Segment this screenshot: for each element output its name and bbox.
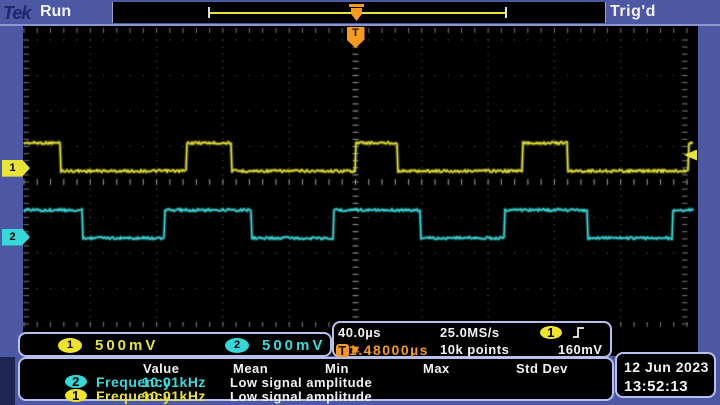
- col-header-stddev: Std Dev: [516, 361, 568, 376]
- trigger-position-readout: T→▼1.48000µs: [336, 342, 429, 358]
- measurement-table: Value Mean Min Max Std Dev 2 Frequency 1…: [18, 357, 614, 401]
- channel2-badge: 2: [225, 338, 249, 353]
- channel1-marker-label: 1: [9, 160, 15, 177]
- channel1-scale: 500mV: [95, 337, 158, 354]
- trigger-t-icon: T: [336, 344, 349, 357]
- measurement-status: Low signal amplitude: [230, 375, 372, 390]
- trigger-marker-letter: T: [352, 27, 359, 39]
- measurement-row-channel-badge: 1: [65, 389, 87, 402]
- col-header-mean: Mean: [233, 361, 268, 376]
- record-trigger-marker-icon: [349, 3, 364, 21]
- sample-rate: 25.0MS/s: [440, 325, 500, 340]
- time-per-div: 40.0µs: [338, 325, 381, 340]
- rising-edge-slope-icon: [572, 326, 585, 340]
- channel1-badge: 1: [58, 338, 82, 353]
- datetime-box: 12 Jun 2023 13:52:13: [615, 352, 716, 398]
- record-window-left-bracket: [208, 7, 210, 18]
- record-length: 10k points: [440, 342, 509, 357]
- time-text: 13:52:13: [624, 377, 714, 397]
- col-header-max: Max: [423, 361, 450, 376]
- measurement-value: 10.01kHz: [142, 388, 206, 404]
- record-window-right-bracket: [505, 7, 507, 18]
- record-view-bar: [112, 2, 606, 23]
- horizontal-trigger-readout-box: 40.0µs 25.0MS/s 1 T→▼1.48000µs 10k point…: [332, 321, 612, 358]
- trigger-status: Trig'd: [610, 3, 656, 21]
- date-text: 12 Jun 2023: [624, 357, 714, 377]
- acquisition-status: Run: [40, 3, 71, 21]
- measurement-row-channel-badge: 2: [65, 375, 87, 388]
- record-trigger-bar: [349, 4, 364, 7]
- waveform-display: [23, 26, 698, 356]
- trigger-delay-glyph: ▼: [349, 342, 362, 357]
- tek-logo: Tek: [3, 3, 30, 24]
- top-status-bar: Tek Run Trig'd: [0, 0, 720, 26]
- trigger-level-value: 160mV: [558, 342, 602, 357]
- record-trigger-arrow: [351, 8, 362, 21]
- measurement-status: Low signal amplitude: [230, 389, 372, 404]
- channel2-marker-label: 2: [9, 229, 15, 246]
- channel-readout-box: 1 500mV 2 500mV: [18, 332, 332, 357]
- bottom-left-strip: [0, 357, 15, 405]
- channel2-scale: 500mV: [262, 337, 325, 354]
- col-header-min: Min: [325, 361, 349, 376]
- trigger-source-badge: 1: [540, 326, 562, 339]
